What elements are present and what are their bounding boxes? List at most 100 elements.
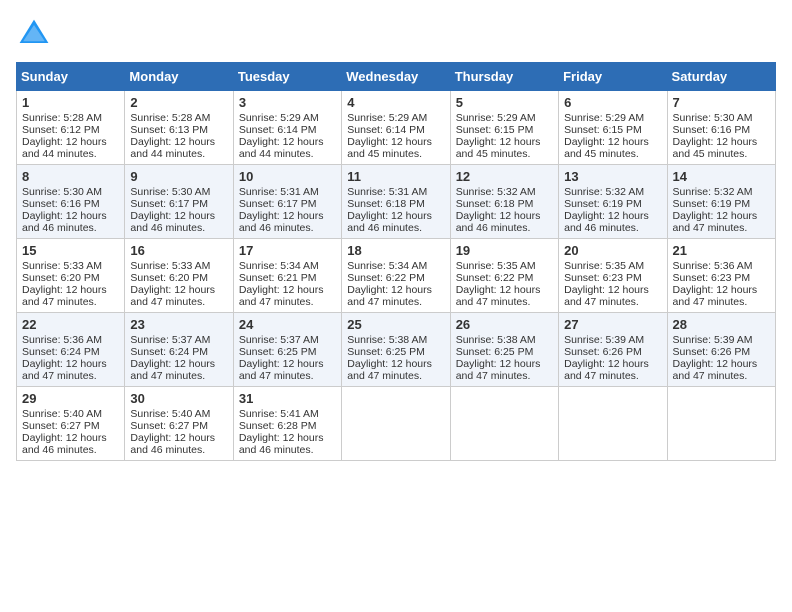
day-number: 2 [130, 95, 227, 110]
day-number: 27 [564, 317, 661, 332]
calendar-cell: 6Sunrise: 5:29 AMSunset: 6:15 PMDaylight… [559, 91, 667, 165]
sunset-label: Sunset: 6:16 PM [673, 124, 751, 136]
sunrise-label: Sunrise: 5:32 AM [564, 186, 644, 198]
calendar-cell: 31Sunrise: 5:41 AMSunset: 6:28 PMDayligh… [233, 387, 341, 461]
daylight-label: Daylight: 12 hours and 45 minutes. [456, 136, 541, 160]
calendar-cell: 10Sunrise: 5:31 AMSunset: 6:17 PMDayligh… [233, 165, 341, 239]
sunset-label: Sunset: 6:20 PM [22, 272, 100, 284]
sunset-label: Sunset: 6:18 PM [456, 198, 534, 210]
daylight-label: Daylight: 12 hours and 45 minutes. [564, 136, 649, 160]
daylight-label: Daylight: 12 hours and 47 minutes. [130, 358, 215, 382]
daylight-label: Daylight: 12 hours and 46 minutes. [456, 210, 541, 234]
calendar-cell: 13Sunrise: 5:32 AMSunset: 6:19 PMDayligh… [559, 165, 667, 239]
day-number: 15 [22, 243, 119, 258]
day-number: 7 [673, 95, 770, 110]
day-number: 24 [239, 317, 336, 332]
day-number: 17 [239, 243, 336, 258]
header-tuesday: Tuesday [233, 63, 341, 91]
calendar-cell [667, 387, 775, 461]
calendar-cell: 18Sunrise: 5:34 AMSunset: 6:22 PMDayligh… [342, 239, 450, 313]
sunrise-label: Sunrise: 5:40 AM [22, 408, 102, 420]
daylight-label: Daylight: 12 hours and 47 minutes. [239, 358, 324, 382]
page-header [16, 16, 776, 52]
logo [16, 16, 58, 52]
sunset-label: Sunset: 6:27 PM [22, 420, 100, 432]
week-row-4: 22Sunrise: 5:36 AMSunset: 6:24 PMDayligh… [17, 313, 776, 387]
sunset-label: Sunset: 6:12 PM [22, 124, 100, 136]
calendar-cell: 20Sunrise: 5:35 AMSunset: 6:23 PMDayligh… [559, 239, 667, 313]
header-thursday: Thursday [450, 63, 558, 91]
header-saturday: Saturday [667, 63, 775, 91]
daylight-label: Daylight: 12 hours and 47 minutes. [456, 284, 541, 308]
sunrise-label: Sunrise: 5:31 AM [239, 186, 319, 198]
sunrise-label: Sunrise: 5:38 AM [347, 334, 427, 346]
day-number: 1 [22, 95, 119, 110]
daylight-label: Daylight: 12 hours and 47 minutes. [673, 284, 758, 308]
calendar-cell: 24Sunrise: 5:37 AMSunset: 6:25 PMDayligh… [233, 313, 341, 387]
calendar-cell: 29Sunrise: 5:40 AMSunset: 6:27 PMDayligh… [17, 387, 125, 461]
week-row-3: 15Sunrise: 5:33 AMSunset: 6:20 PMDayligh… [17, 239, 776, 313]
calendar-cell: 5Sunrise: 5:29 AMSunset: 6:15 PMDaylight… [450, 91, 558, 165]
sunrise-label: Sunrise: 5:33 AM [22, 260, 102, 272]
calendar-cell: 9Sunrise: 5:30 AMSunset: 6:17 PMDaylight… [125, 165, 233, 239]
calendar-cell: 25Sunrise: 5:38 AMSunset: 6:25 PMDayligh… [342, 313, 450, 387]
calendar-cell: 16Sunrise: 5:33 AMSunset: 6:20 PMDayligh… [125, 239, 233, 313]
calendar-cell: 11Sunrise: 5:31 AMSunset: 6:18 PMDayligh… [342, 165, 450, 239]
sunset-label: Sunset: 6:19 PM [673, 198, 751, 210]
daylight-label: Daylight: 12 hours and 46 minutes. [239, 432, 324, 456]
sunset-label: Sunset: 6:14 PM [239, 124, 317, 136]
sunset-label: Sunset: 6:15 PM [456, 124, 534, 136]
sunrise-label: Sunrise: 5:32 AM [673, 186, 753, 198]
sunrise-label: Sunrise: 5:39 AM [564, 334, 644, 346]
week-row-5: 29Sunrise: 5:40 AMSunset: 6:27 PMDayligh… [17, 387, 776, 461]
sunrise-label: Sunrise: 5:34 AM [239, 260, 319, 272]
header-monday: Monday [125, 63, 233, 91]
daylight-label: Daylight: 12 hours and 47 minutes. [564, 284, 649, 308]
sunrise-label: Sunrise: 5:38 AM [456, 334, 536, 346]
day-number: 5 [456, 95, 553, 110]
day-number: 4 [347, 95, 444, 110]
calendar-cell [450, 387, 558, 461]
sunset-label: Sunset: 6:26 PM [564, 346, 642, 358]
daylight-label: Daylight: 12 hours and 47 minutes. [22, 284, 107, 308]
daylight-label: Daylight: 12 hours and 47 minutes. [22, 358, 107, 382]
day-number: 31 [239, 391, 336, 406]
sunset-label: Sunset: 6:17 PM [239, 198, 317, 210]
calendar-cell: 2Sunrise: 5:28 AMSunset: 6:13 PMDaylight… [125, 91, 233, 165]
daylight-label: Daylight: 12 hours and 44 minutes. [130, 136, 215, 160]
daylight-label: Daylight: 12 hours and 46 minutes. [22, 210, 107, 234]
day-number: 20 [564, 243, 661, 258]
week-row-2: 8Sunrise: 5:30 AMSunset: 6:16 PMDaylight… [17, 165, 776, 239]
daylight-label: Daylight: 12 hours and 47 minutes. [564, 358, 649, 382]
calendar-table: SundayMondayTuesdayWednesdayThursdayFrid… [16, 62, 776, 461]
day-number: 10 [239, 169, 336, 184]
sunrise-label: Sunrise: 5:29 AM [239, 112, 319, 124]
sunrise-label: Sunrise: 5:29 AM [564, 112, 644, 124]
daylight-label: Daylight: 12 hours and 46 minutes. [564, 210, 649, 234]
sunrise-label: Sunrise: 5:28 AM [22, 112, 102, 124]
logo-icon [16, 16, 52, 52]
sunset-label: Sunset: 6:13 PM [130, 124, 208, 136]
sunrise-label: Sunrise: 5:33 AM [130, 260, 210, 272]
sunset-label: Sunset: 6:21 PM [239, 272, 317, 284]
sunset-label: Sunset: 6:22 PM [456, 272, 534, 284]
daylight-label: Daylight: 12 hours and 47 minutes. [456, 358, 541, 382]
sunrise-label: Sunrise: 5:30 AM [673, 112, 753, 124]
daylight-label: Daylight: 12 hours and 46 minutes. [347, 210, 432, 234]
calendar-cell: 21Sunrise: 5:36 AMSunset: 6:23 PMDayligh… [667, 239, 775, 313]
day-number: 13 [564, 169, 661, 184]
daylight-label: Daylight: 12 hours and 47 minutes. [673, 210, 758, 234]
sunrise-label: Sunrise: 5:41 AM [239, 408, 319, 420]
daylight-label: Daylight: 12 hours and 45 minutes. [673, 136, 758, 160]
day-number: 25 [347, 317, 444, 332]
calendar-cell: 4Sunrise: 5:29 AMSunset: 6:14 PMDaylight… [342, 91, 450, 165]
day-number: 30 [130, 391, 227, 406]
daylight-label: Daylight: 12 hours and 44 minutes. [22, 136, 107, 160]
sunset-label: Sunset: 6:23 PM [673, 272, 751, 284]
week-row-1: 1Sunrise: 5:28 AMSunset: 6:12 PMDaylight… [17, 91, 776, 165]
sunrise-label: Sunrise: 5:35 AM [564, 260, 644, 272]
calendar-cell: 14Sunrise: 5:32 AMSunset: 6:19 PMDayligh… [667, 165, 775, 239]
daylight-label: Daylight: 12 hours and 47 minutes. [347, 284, 432, 308]
calendar-cell: 8Sunrise: 5:30 AMSunset: 6:16 PMDaylight… [17, 165, 125, 239]
sunrise-label: Sunrise: 5:34 AM [347, 260, 427, 272]
